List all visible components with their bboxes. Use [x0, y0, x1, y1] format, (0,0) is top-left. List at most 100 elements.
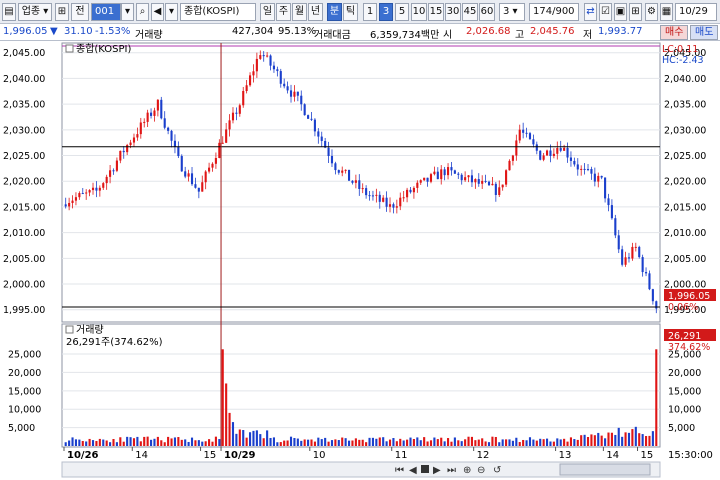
volume-bar [81, 441, 84, 446]
minute-select[interactable]: 3 ▾ [499, 3, 525, 21]
scroll-prev-icon[interactable]: ◀ [409, 465, 417, 476]
grid-icon[interactable]: ⊞ [629, 3, 642, 21]
candle-body [119, 150, 122, 161]
volume-bar [617, 427, 620, 446]
volume-tick-left: 10,000 [8, 405, 41, 416]
chart-area[interactable]: 2,045.00 2,045.002,040.00 2,040.002,035.00… [0, 41, 720, 480]
code-input[interactable]: 001 [91, 3, 121, 21]
save-icon[interactable]: ▣ [614, 3, 627, 21]
sync-icon[interactable]: ⇄ [584, 3, 597, 21]
market-select[interactable]: 업종 ▾ [18, 3, 52, 21]
candle-body [129, 142, 132, 146]
volume-value: 427,304 [232, 26, 274, 37]
volume-bar [423, 437, 426, 446]
candle-body [542, 155, 545, 160]
scroll-next-icon[interactable]: ▶ [433, 465, 441, 476]
volume-bar [597, 432, 600, 446]
candle-body [477, 179, 480, 184]
volume-bar [266, 430, 269, 446]
candle-body [515, 140, 518, 156]
volume-bar [177, 437, 180, 446]
reset-icon[interactable]: ↺ [493, 465, 501, 476]
tab-year[interactable]: 년 [308, 3, 323, 21]
volume-bar [320, 439, 323, 446]
volume-bar [344, 438, 347, 446]
date-field[interactable]: 10/29 [675, 3, 717, 21]
volume-bar [566, 441, 569, 446]
tab-minute[interactable]: 분 [327, 3, 342, 21]
candle-body [532, 139, 535, 145]
candle-body [518, 129, 521, 141]
minute-10[interactable]: 10 [411, 3, 427, 21]
volume-bar [487, 442, 491, 446]
volume-bar [173, 437, 177, 446]
volume-bar [95, 441, 98, 446]
code-dropdown-icon[interactable]: ▾ [121, 3, 134, 21]
volume-bar [214, 436, 217, 446]
minute-30[interactable]: 30 [445, 3, 461, 21]
candle-body [173, 140, 177, 147]
buy-button[interactable]: 매수 [660, 25, 689, 40]
candle-body [71, 200, 74, 203]
type-select[interactable]: 전 [71, 3, 89, 21]
minute-60[interactable]: 60 [479, 3, 495, 21]
volume-bar [440, 437, 443, 446]
candle-body [525, 132, 528, 134]
volume-bar [655, 349, 658, 446]
volume-bar [508, 439, 511, 446]
scroll-first-icon[interactable]: ⏮ [395, 465, 404, 476]
minute-5[interactable]: 5 [395, 3, 409, 21]
price-tick-right: 2,030.00 [664, 125, 706, 136]
volume-bar [98, 438, 101, 446]
tab-day[interactable]: 일 [260, 3, 275, 21]
settings-icon[interactable]: ⚙ [645, 3, 658, 21]
minute-15[interactable]: 15 [428, 3, 444, 21]
candle-body [177, 146, 180, 157]
volume-bar [310, 439, 313, 446]
volume-bar [416, 437, 419, 446]
candle-body [638, 246, 641, 258]
check-icon[interactable]: ☑ [599, 3, 612, 21]
candle-body [426, 177, 429, 182]
candle-body [385, 197, 388, 207]
zoom-in-icon[interactable]: ⊕ [463, 465, 471, 476]
volume-bar [604, 438, 607, 446]
code-search-icon[interactable]: ⊞ [55, 3, 69, 21]
zoom-out-icon[interactable]: ⊖ [477, 465, 485, 476]
collapse-icon[interactable] [65, 325, 74, 334]
volume-bar [122, 441, 125, 446]
search-icon[interactable]: ⌕ [136, 3, 149, 21]
tab-tick[interactable]: 틱 [343, 3, 358, 21]
sell-button[interactable]: 매도 [690, 25, 719, 40]
volume-bar [293, 437, 296, 446]
candle-body [511, 155, 514, 161]
volume-bar [371, 437, 375, 446]
candle-body [624, 257, 627, 265]
price-tick-left: 2,020.00 [3, 177, 45, 188]
minute-45[interactable]: 45 [462, 3, 478, 21]
scroll-thumb[interactable] [559, 463, 651, 476]
volume-bar [255, 430, 258, 446]
volume-bar [365, 442, 368, 446]
amount-value: 6,359,734백만 [370, 30, 440, 41]
menu-icon[interactable]: ▤ [2, 3, 16, 21]
count-field[interactable]: 174/900 [529, 3, 579, 21]
collapse-icon[interactable] [65, 44, 74, 53]
stop-icon[interactable] [421, 465, 429, 473]
candle-body [262, 55, 265, 57]
tab-month[interactable]: 월 [292, 3, 307, 21]
volume-bar [409, 437, 412, 446]
minute-1[interactable]: 1 [363, 3, 377, 21]
volume-bar [419, 440, 422, 446]
speaker-icon[interactable]: ◀ [151, 3, 164, 21]
volume-bar [276, 442, 279, 446]
chevron-down-icon[interactable]: ▾ [165, 3, 178, 21]
volume-bar [528, 437, 532, 446]
volume-bar [307, 439, 310, 446]
candle-body [231, 112, 235, 121]
minute-3[interactable]: 3 [379, 3, 393, 21]
tab-week[interactable]: 주 [276, 3, 291, 21]
scroll-last-icon[interactable]: ⏭ [447, 465, 456, 476]
volume-bar [279, 442, 282, 446]
calendar-icon[interactable]: ▦ [660, 3, 673, 21]
